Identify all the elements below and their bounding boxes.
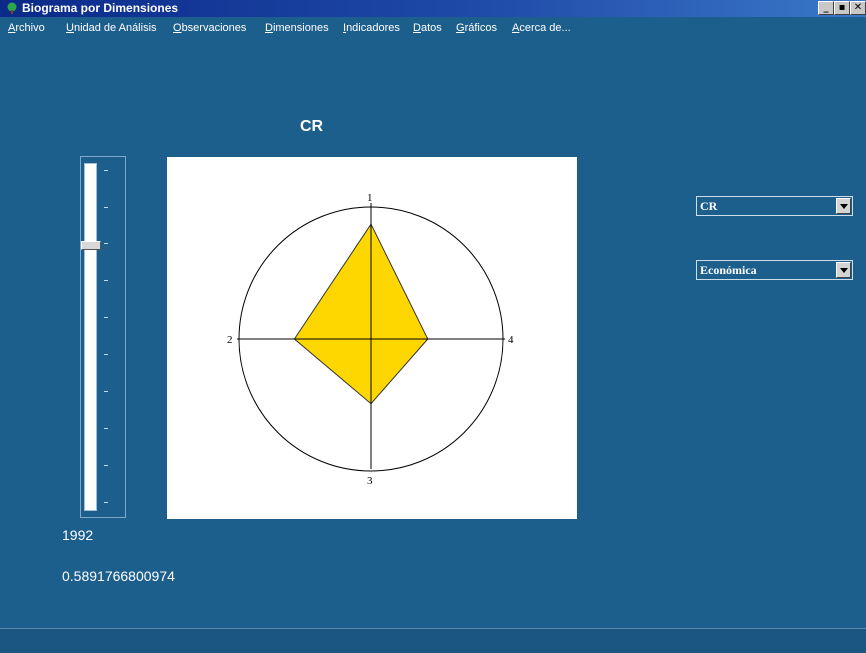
axis-label-3: 3 <box>367 475 373 487</box>
title-bar: Biograma por Dimensiones _ ▪ ✕ <box>0 0 866 17</box>
slider-tick <box>104 317 108 318</box>
menu-bar: Archivo Unidad de Análisis Observaciones… <box>0 17 866 43</box>
menu-acerca-de[interactable]: Acerca de... <box>512 22 571 34</box>
minimize-button[interactable]: _ <box>818 1 834 15</box>
radar-chart: 1 2 3 4 <box>227 192 514 487</box>
chart-title: CR <box>300 118 324 135</box>
slider-tick <box>104 502 108 503</box>
tree-icon <box>7 2 17 14</box>
year-label: 1992 <box>62 527 94 543</box>
axis-label-4: 4 <box>508 334 514 346</box>
menu-dimensiones[interactable]: Dimensiones <box>265 22 329 34</box>
close-button[interactable]: ✕ <box>850 1 866 15</box>
index-value-label: 0.5891766800974 <box>62 568 175 584</box>
slider-tick <box>104 391 108 392</box>
dimension-select-value: Económica <box>700 263 757 277</box>
menu-graficos[interactable]: Gráficos <box>456 22 497 34</box>
slider-tick <box>104 170 108 171</box>
radar-polygon <box>293 223 429 405</box>
slider-tick <box>104 428 108 429</box>
slider-tick <box>104 465 108 466</box>
chart-panel: 1 2 3 4 <box>167 157 577 519</box>
chevron-down-icon[interactable] <box>836 198 851 214</box>
slider-tick <box>104 354 108 355</box>
dimension-select[interactable]: Económica <box>696 260 853 280</box>
menu-observaciones[interactable]: Observaciones <box>173 22 246 34</box>
slider-tick <box>104 243 108 244</box>
country-select-value: CR <box>700 199 718 213</box>
window-title: Biograma por Dimensiones <box>22 1 179 15</box>
menu-datos[interactable]: Datos <box>413 22 442 34</box>
status-bar <box>0 628 866 653</box>
country-select[interactable]: CR <box>696 196 853 216</box>
slider-tick <box>104 280 108 281</box>
axis-label-1: 1 <box>367 192 373 204</box>
menu-unidad-de-analisis[interactable]: Unidad de Análisis <box>66 22 157 34</box>
maximize-button[interactable]: ▪ <box>834 1 850 15</box>
year-slider-thumb[interactable] <box>81 240 101 250</box>
chevron-down-icon[interactable] <box>836 262 851 278</box>
slider-tick <box>104 207 108 208</box>
axis-label-2: 2 <box>227 334 233 346</box>
menu-archivo[interactable]: Archivo <box>8 22 45 34</box>
year-slider-track[interactable] <box>84 163 97 511</box>
menu-indicadores[interactable]: Indicadores <box>343 22 400 34</box>
